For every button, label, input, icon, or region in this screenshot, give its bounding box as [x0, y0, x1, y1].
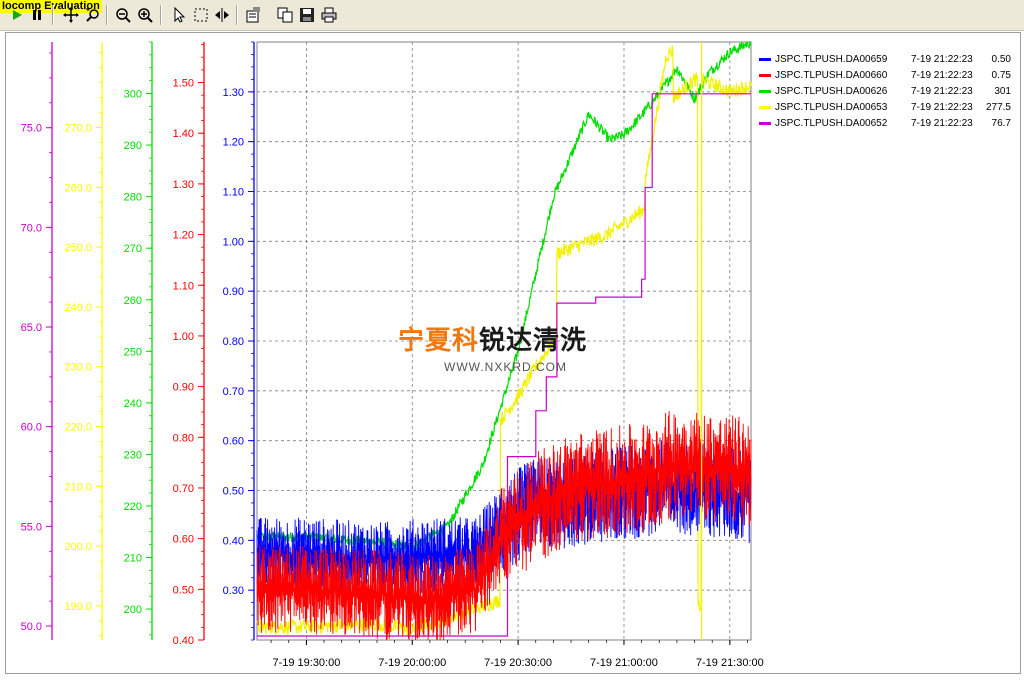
y-tick-label: 270.0 — [64, 123, 92, 135]
y-tick-label: 1.00 — [173, 331, 194, 343]
y-tick-label: 220.0 — [64, 422, 92, 434]
y-tick-label: 0.50 — [223, 486, 244, 498]
y-tick-label: 65.0 — [21, 322, 42, 334]
y-tick-label: 1.20 — [223, 137, 244, 149]
x-tick-label: 7-19 21:00:00 — [590, 657, 658, 669]
y-tick-label: 75.0 — [21, 123, 42, 135]
y-tick-label: 270 — [124, 243, 142, 255]
y-tick-label: 0.90 — [223, 286, 244, 298]
y-tick-label: 1.10 — [223, 187, 244, 199]
y-tick-label: 280 — [124, 192, 142, 204]
y-tick-label: 70.0 — [21, 222, 42, 234]
y-tick-label: 0.40 — [173, 635, 194, 647]
y-tick-label: 230 — [124, 449, 142, 461]
y-tick-label: 50.0 — [21, 621, 42, 633]
y-tick-label: 210.0 — [64, 481, 92, 493]
y-tick-label: 190.0 — [64, 601, 92, 613]
y-tick-label: 250 — [124, 346, 142, 358]
watermark-url: WWW.NXKRD.COM — [444, 360, 567, 374]
legend-swatch — [759, 106, 771, 109]
legend-item: JSPC.TLPUSH.DA00660 7-19 21:22:23 0.75 — [757, 68, 1021, 84]
y-tick-label: 0.50 — [173, 584, 194, 596]
legend: JSPC.TLPUSH.DA00659 7-19 21:22:23 0.50 JSP… — [757, 52, 1021, 132]
legend-item: JSPC.TLPUSH.DA00652 7-19 21:22:23 76.7 — [757, 116, 1021, 132]
legend-swatch — [759, 90, 771, 93]
y-tick-label: 1.10 — [173, 280, 194, 292]
y-tick-label: 1.20 — [173, 230, 194, 242]
x-tick-label: 7-19 20:00:00 — [378, 657, 446, 669]
y-tick-label: 60.0 — [21, 422, 42, 434]
y-tick-label: 1.30 — [223, 87, 244, 99]
y-tick-label: 290 — [124, 140, 142, 152]
y-tick-label: 240.0 — [64, 302, 92, 314]
y-tick-label: 250.0 — [64, 242, 92, 254]
x-tick-label: 7-19 19:30:00 — [272, 657, 340, 669]
y-tick-label: 0.60 — [223, 436, 244, 448]
x-tick-label: 7-19 20:30:00 — [484, 657, 552, 669]
y-axis-magenta: 50.0 55.0 60.0 65.0 70.0 75.0 — [21, 42, 53, 640]
y-tick-label: 240 — [124, 398, 142, 410]
y-tick-label: 0.70 — [223, 386, 244, 398]
legend-swatch — [759, 58, 771, 61]
y-tick-label: 0.40 — [223, 535, 244, 547]
y-axis-yellow: 190.0 200.0 210.0 220.0 230.0 240.0 250.0 260.0… — [64, 42, 103, 640]
y-tick-label: 210 — [124, 553, 142, 565]
y-tick-label: 1.30 — [173, 179, 194, 191]
y-tick-label: 260.0 — [64, 182, 92, 194]
y-tick-label: 0.80 — [173, 432, 194, 444]
y-tick-label: 200 — [124, 604, 142, 616]
watermark-brand: 宁夏科锐达清洗 — [398, 326, 588, 356]
y-tick-label: 220 — [124, 501, 142, 513]
y-axis-blue: 0.30 0.40 0.50 0.60 0.70 0.80 0.90 1.00 1.10 1.20… — [223, 41, 255, 641]
y-tick-label: 0.70 — [173, 483, 194, 495]
y-tick-label: 200.0 — [64, 541, 92, 553]
y-tick-label: 1.50 — [173, 78, 194, 90]
y-tick-label: 1.00 — [223, 236, 244, 248]
y-tick-label: 260 — [124, 295, 142, 307]
y-axis-green: 200 210 220 230 240 250 260 270 280 290 300 — [124, 41, 153, 640]
y-axis-red: 0.40 0.50 0.60 0.70 0.80 0.90 1.00 1.10 1.20 1.30… — [173, 42, 205, 647]
y-tick-label: 0.80 — [223, 336, 244, 348]
legend-swatch — [759, 74, 771, 77]
legend-swatch — [759, 122, 771, 125]
legend-item: JSPC.TLPUSH.DA00626 7-19 21:22:23 301 — [757, 84, 1021, 100]
y-tick-label: 0.90 — [173, 382, 194, 394]
y-tick-label: 0.30 — [223, 585, 244, 597]
legend-item: JSPC.TLPUSH.DA00653 7-19 21:22:23 277.5 — [757, 100, 1021, 116]
legend-item: JSPC.TLPUSH.DA00659 7-19 21:22:23 0.50 — [757, 52, 1021, 68]
y-tick-label: 0.60 — [173, 534, 194, 546]
y-tick-label: 55.0 — [21, 521, 42, 533]
y-tick-label: 1.40 — [173, 128, 194, 140]
y-tick-label: 300 — [124, 89, 142, 101]
x-tick-label: 7-19 21:30:00 — [696, 657, 764, 669]
y-tick-label: 230.0 — [64, 362, 92, 374]
